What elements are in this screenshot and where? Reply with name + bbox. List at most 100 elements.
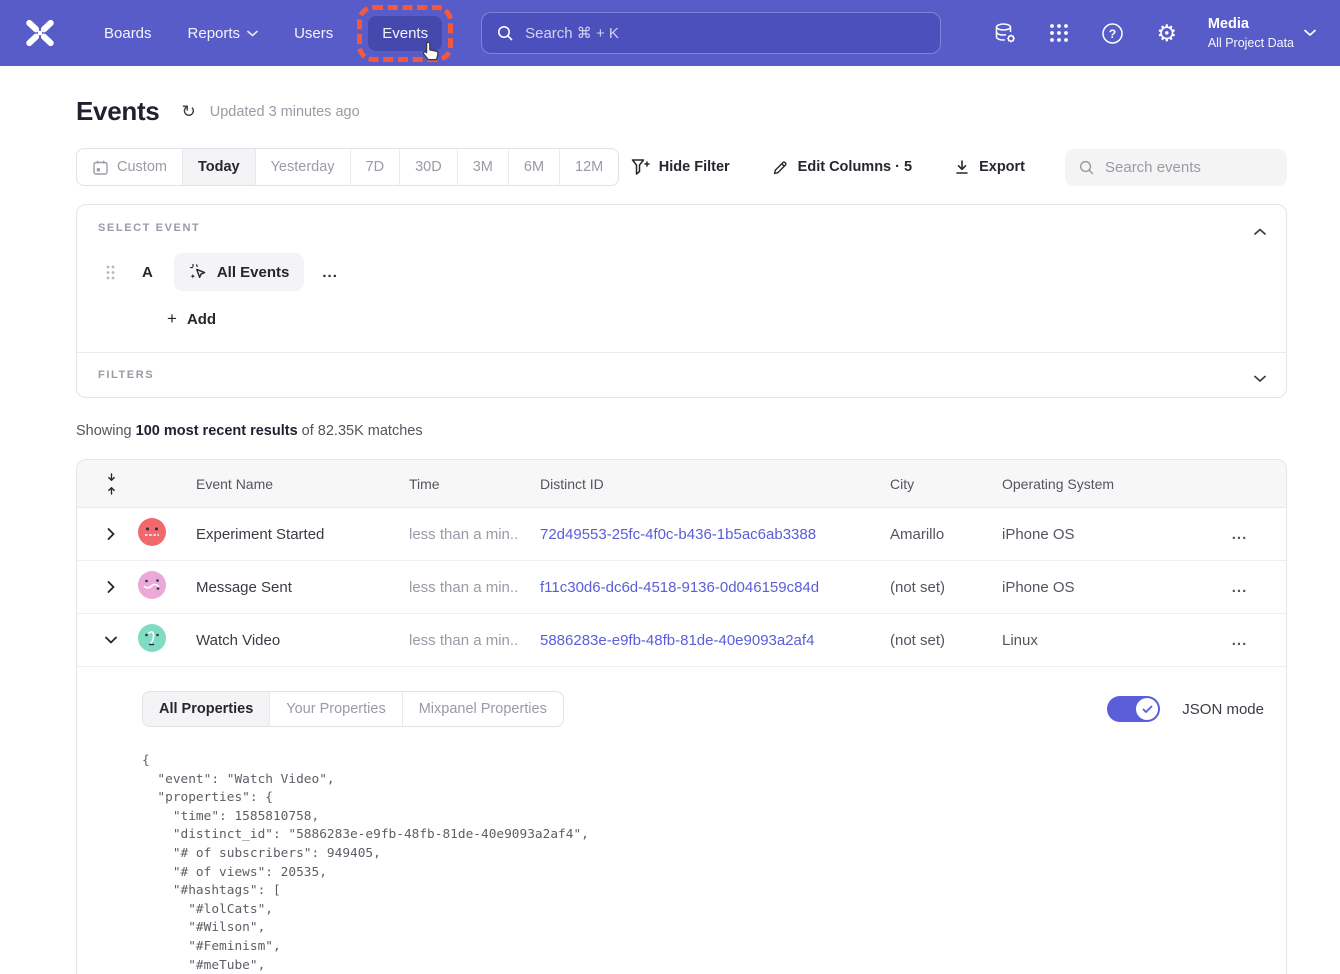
column-header-time: Time: [386, 476, 517, 492]
date-option-label: Custom: [117, 159, 167, 175]
date-option-label: Today: [198, 159, 240, 175]
expand-row-chevron-icon[interactable]: [93, 581, 129, 593]
tab-your-properties[interactable]: Your Properties: [270, 692, 402, 726]
event-avatar: [138, 518, 166, 546]
add-event-button[interactable]: + Add: [167, 309, 1265, 352]
date-option-6m[interactable]: 6M: [509, 149, 560, 185]
title-row: Events ↻ Updated 3 minutes ago: [76, 96, 1287, 127]
tab-label: Mixpanel Properties: [419, 701, 547, 717]
plus-icon: +: [167, 309, 177, 329]
date-option-label: 30D: [415, 159, 442, 175]
mixpanel-logo-icon[interactable]: [24, 18, 58, 48]
cell-distinct-id-link[interactable]: 72d49553-25fc-4f0c-b436-1b5ac6ab3388: [517, 526, 867, 543]
data-management-icon[interactable]: [992, 20, 1018, 46]
events-search[interactable]: [1065, 149, 1287, 186]
expand-row-chevron-icon[interactable]: [93, 528, 129, 540]
chevron-down-icon: [1254, 375, 1266, 383]
project-selector[interactable]: Media All Project Data: [1208, 15, 1316, 51]
search-icon: [1078, 159, 1095, 176]
row-menu-button[interactable]: ...: [1193, 632, 1286, 649]
global-search[interactable]: Search ⌘ + K: [481, 12, 941, 54]
check-icon: [1142, 705, 1153, 714]
pencil-icon: [772, 159, 789, 176]
nav-item-boards[interactable]: Boards: [90, 16, 166, 51]
hide-filter-button[interactable]: Hide Filter: [631, 158, 730, 176]
date-option-label: 6M: [524, 159, 544, 175]
date-option-7d[interactable]: 7D: [351, 149, 401, 185]
table-row[interactable]: Experiment Started less than a min... 72…: [77, 508, 1286, 561]
properties-tabs: All Properties Your Properties Mixpanel …: [142, 691, 564, 727]
date-range-control: Custom Today Yesterday 7D 30D 3M 6M 12M: [76, 148, 619, 186]
edit-columns-button[interactable]: Edit Columns · 5: [772, 159, 912, 176]
cell-distinct-id-link[interactable]: f11c30d6-dc6d-4518-9136-0d046159c84d: [517, 579, 867, 596]
cell-os: iPhone OS: [979, 526, 1193, 543]
filters-section[interactable]: FILTERS: [77, 352, 1286, 397]
tab-mixpanel-properties[interactable]: Mixpanel Properties: [403, 692, 563, 726]
collapse-all-rows-icon[interactable]: [93, 473, 129, 495]
calendar-icon: [92, 159, 109, 176]
row-menu-button[interactable]: ...: [1193, 579, 1286, 596]
select-event-label: SELECT EVENT: [98, 222, 1265, 234]
cell-event-name: Experiment Started: [173, 526, 386, 543]
event-selector-button[interactable]: All Events: [174, 253, 305, 291]
json-mode-toggle[interactable]: [1107, 696, 1160, 722]
collapse-row-chevron-icon[interactable]: [93, 636, 129, 644]
select-event-section: SELECT EVENT A: [77, 205, 1286, 352]
add-label: Add: [187, 311, 216, 328]
svg-text:?: ?: [1109, 27, 1116, 41]
cell-time: less than a min...: [386, 526, 517, 543]
top-nav: Boards Reports Users Events Search ⌘ + K: [0, 0, 1340, 66]
refresh-icon[interactable]: ↻: [181, 102, 195, 122]
apps-grid-icon[interactable]: [1046, 20, 1072, 46]
settings-gear-icon[interactable]: ⚙: [1154, 20, 1180, 46]
expand-filters-button[interactable]: [1250, 366, 1270, 392]
events-table: Event Name Time Distinct ID City Operati…: [76, 459, 1287, 974]
nav-item-users[interactable]: Users: [280, 16, 347, 51]
date-option-label: 3M: [473, 159, 493, 175]
nav-item-label: Users: [294, 25, 333, 42]
cell-city: Amarillo: [867, 526, 979, 543]
date-option-12m[interactable]: 12M: [560, 149, 618, 185]
tab-all-properties[interactable]: All Properties: [143, 692, 270, 726]
event-json-viewer: { "event": "Watch Video", "properties": …: [142, 752, 1264, 974]
date-option-custom[interactable]: Custom: [77, 149, 183, 185]
cell-event-name: Watch Video: [173, 632, 386, 649]
date-option-label: 7D: [366, 159, 385, 175]
table-row-expanded[interactable]: Watch Video less than a min... 5886283e-…: [77, 614, 1286, 667]
help-icon[interactable]: ?: [1100, 20, 1126, 46]
column-header-city: City: [867, 476, 979, 492]
column-header-event-name: Event Name: [173, 476, 386, 492]
collapse-section-button[interactable]: [1250, 219, 1270, 245]
date-option-today[interactable]: Today: [183, 149, 256, 185]
results-summary: Showing 100 most recent results of 82.35…: [76, 423, 1287, 439]
step-letter: A: [142, 264, 153, 281]
page-title: Events: [76, 96, 159, 127]
export-button[interactable]: Export: [954, 159, 1025, 176]
export-label: Export: [979, 159, 1025, 175]
date-option-3m[interactable]: 3M: [458, 149, 509, 185]
toolbar: Hide Filter Edit Columns · 5 Export: [631, 149, 1287, 186]
row-menu-button[interactable]: ...: [1193, 526, 1286, 543]
event-query-row: A All Events ...: [106, 253, 1265, 291]
nav-right-group: ? ⚙ Media All Project Data: [992, 15, 1316, 51]
table-row[interactable]: Message Sent less than a min... f11c30d6…: [77, 561, 1286, 614]
results-summary-count: 100 most recent results: [136, 423, 298, 439]
cell-distinct-id-link[interactable]: 5886283e-e9fb-48fb-81de-40e9093a2af4: [517, 632, 867, 649]
table-header-row: Event Name Time Distinct ID City Operati…: [77, 460, 1286, 508]
events-search-input[interactable]: [1105, 159, 1265, 176]
project-name: Media: [1208, 15, 1294, 35]
events-page: Events ↻ Updated 3 minutes ago Custom To…: [0, 96, 1340, 974]
event-row-menu-button[interactable]: ...: [322, 264, 338, 281]
results-summary-suffix: of 82.35K matches: [298, 423, 423, 439]
cell-city: (not set): [867, 632, 979, 649]
date-option-30d[interactable]: 30D: [400, 149, 458, 185]
chevron-down-icon: [1304, 29, 1316, 37]
nav-item-label: Boards: [104, 25, 152, 42]
cell-event-name: Message Sent: [173, 579, 386, 596]
event-cursor-sparkle-icon: [189, 263, 208, 282]
download-icon: [954, 159, 970, 176]
date-option-yesterday[interactable]: Yesterday: [256, 149, 351, 185]
drag-handle-icon[interactable]: [106, 265, 115, 280]
nav-item-reports[interactable]: Reports: [174, 16, 273, 51]
cell-city: (not set): [867, 579, 979, 596]
